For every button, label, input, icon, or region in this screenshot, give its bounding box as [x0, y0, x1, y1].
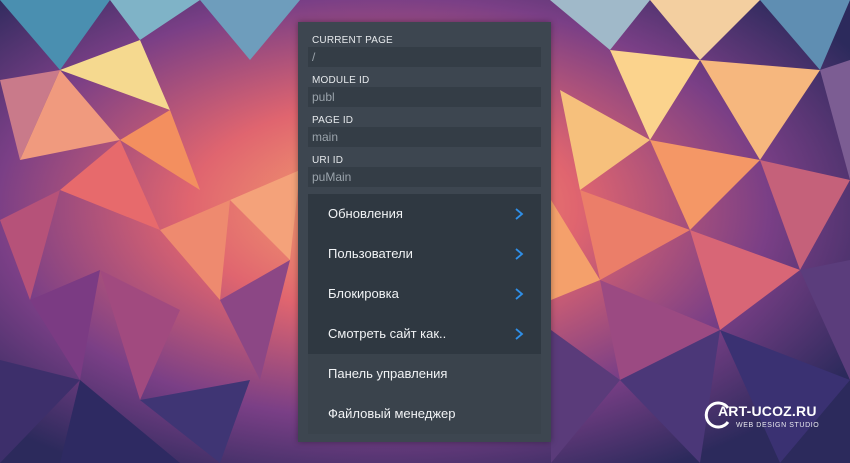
menu-item-blocking[interactable]: Блокировка [308, 274, 541, 314]
watermark-name: ART-UCOZ.RU [718, 403, 817, 419]
menu-item-view-site-as[interactable]: Смотреть сайт как.. [308, 314, 541, 354]
chevron-right-icon [515, 208, 524, 220]
watermark-tagline: WEB DESIGN STUDIO [736, 422, 820, 429]
menu-item-label: Смотреть сайт как.. [328, 326, 447, 341]
chevron-right-icon [515, 328, 524, 340]
watermark-logo: ART-UCOZ.RU WEB DESIGN STUDIO [704, 400, 824, 434]
debug-panel: CURRENT PAGE / MODULE ID publ PAGE ID ma… [298, 22, 551, 442]
menu-item-label: Обновления [328, 206, 403, 221]
module-id-field[interactable]: publ [308, 87, 541, 107]
menu-item-label: Панель управления [328, 366, 448, 381]
admin-menu: Обновления Пользователи Блокировка Смотр… [308, 194, 541, 434]
page-id-label: PAGE ID [312, 115, 354, 126]
menu-item-control-panel[interactable]: Панель управления [308, 354, 541, 394]
uri-id-field[interactable]: puMain [308, 167, 541, 187]
page-id-field[interactable]: main [308, 127, 541, 147]
current-page-field[interactable]: / [308, 47, 541, 67]
menu-item-label: Файловый менеджер [328, 406, 456, 421]
module-id-label: MODULE ID [312, 75, 370, 86]
menu-item-users[interactable]: Пользователи [308, 234, 541, 274]
menu-item-label: Пользователи [328, 246, 413, 261]
menu-item-label: Блокировка [328, 286, 399, 301]
chevron-right-icon [515, 248, 524, 260]
chevron-right-icon [515, 288, 524, 300]
uri-id-label: URI ID [312, 155, 344, 166]
menu-item-file-manager[interactable]: Файловый менеджер [308, 394, 541, 434]
menu-item-updates[interactable]: Обновления [308, 194, 541, 234]
current-page-label: CURRENT PAGE [312, 35, 393, 46]
